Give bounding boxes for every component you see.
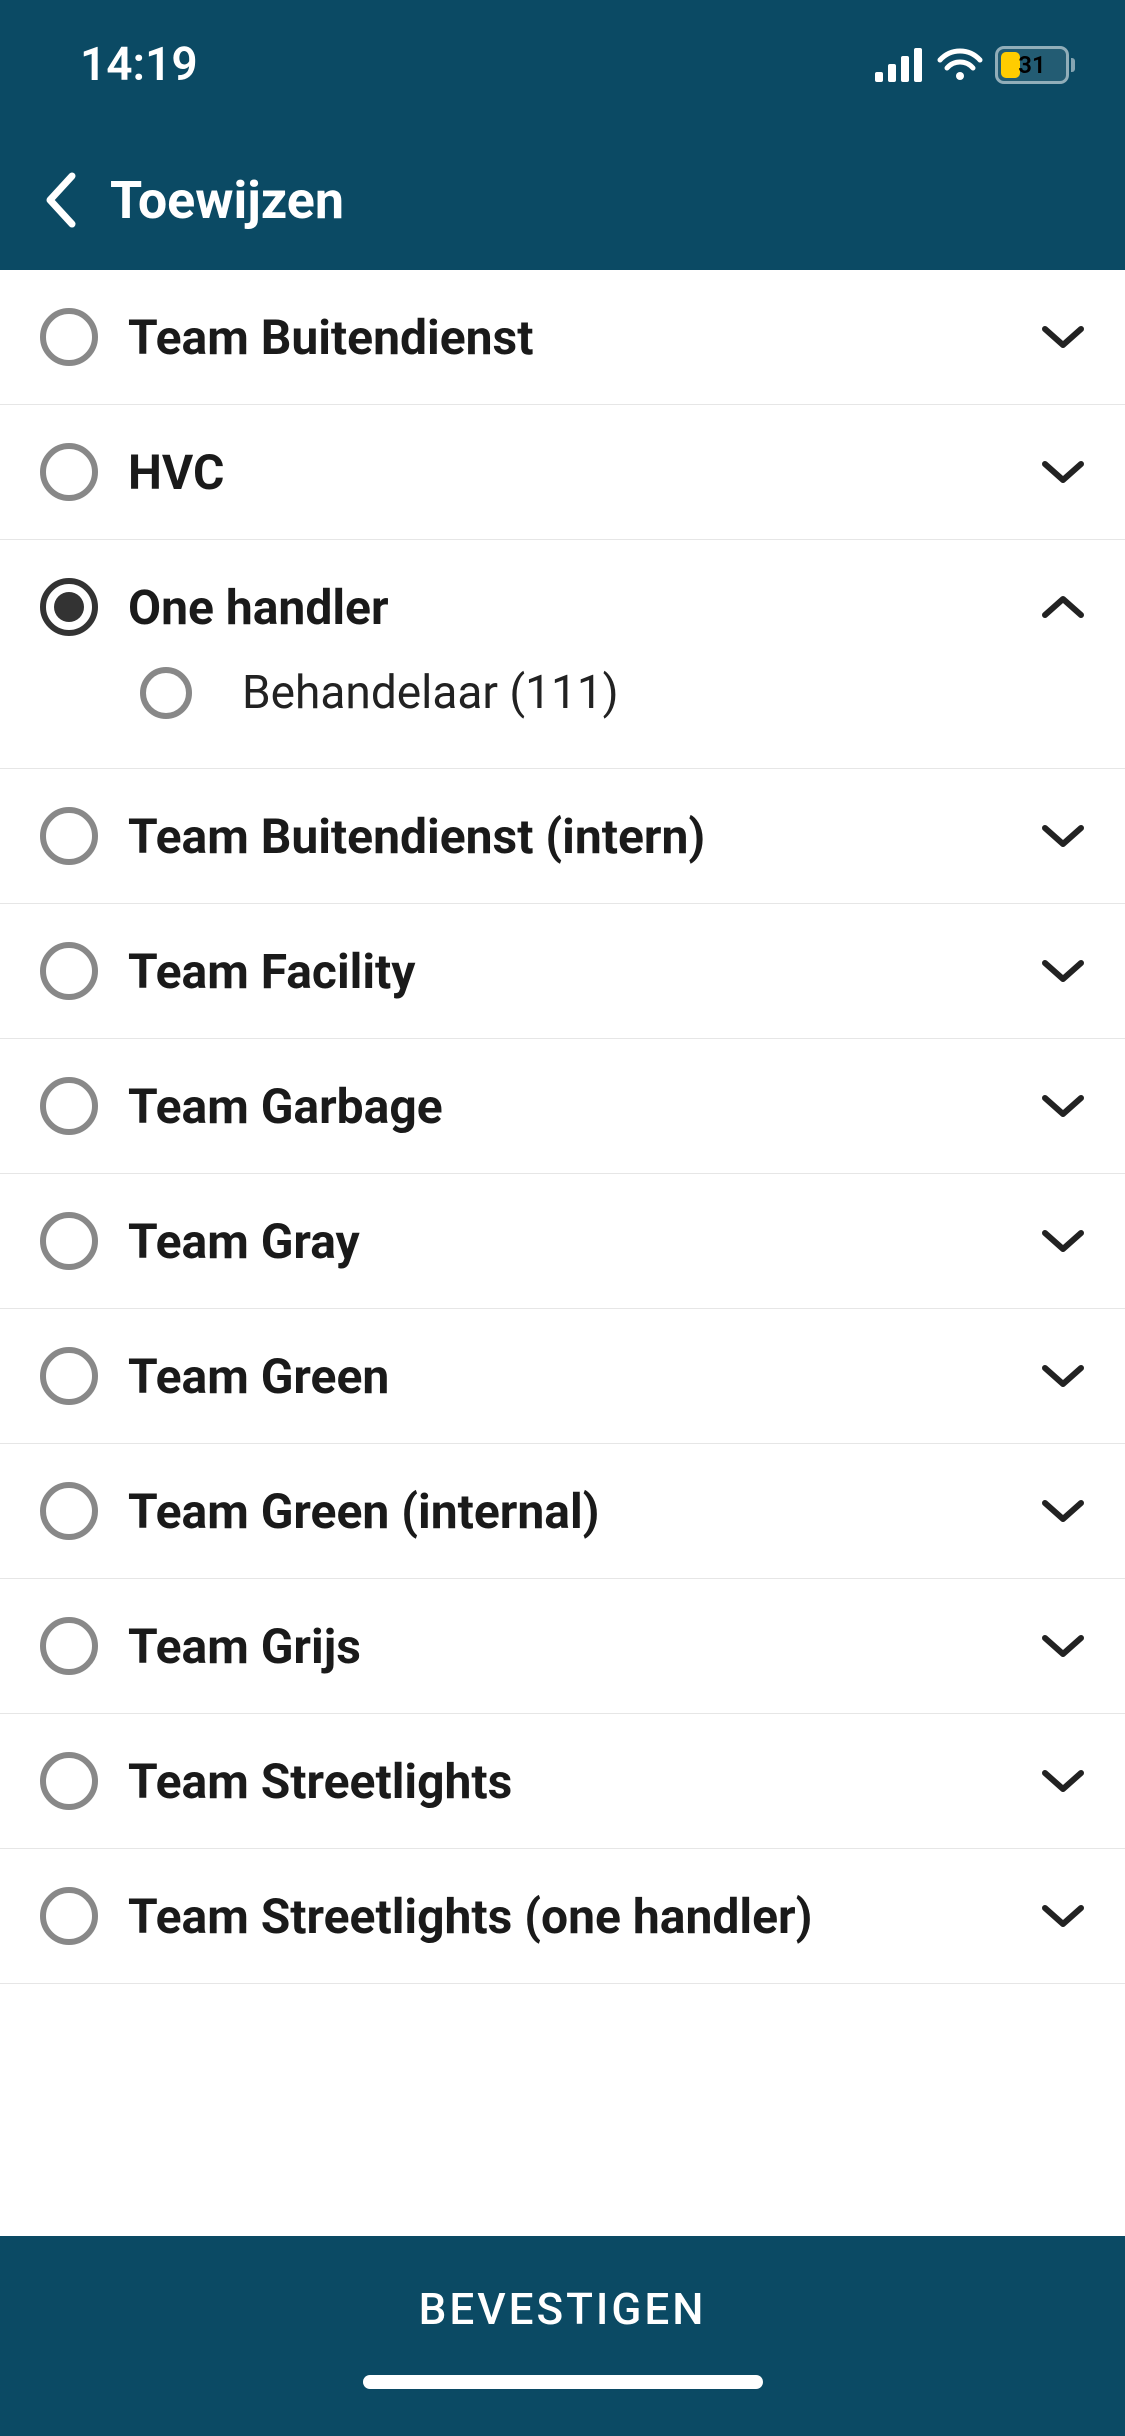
home-indicator[interactable]	[363, 2375, 763, 2389]
chevron-down-icon[interactable]	[1041, 1767, 1085, 1795]
footer: BEVESTIGEN	[0, 2236, 1125, 2436]
team-label: Team Garbage	[128, 1078, 1011, 1135]
status-time: 14:19	[50, 38, 198, 92]
team-item[interactable]: Team Facility	[0, 904, 1125, 1039]
chevron-down-icon[interactable]	[1041, 458, 1085, 486]
team-item[interactable]: Team Buitendienst	[0, 270, 1125, 405]
team-item[interactable]: Team Green	[0, 1309, 1125, 1444]
team-label: Team Green (internal)	[128, 1483, 1011, 1540]
team-label: Team Buitendienst (intern)	[128, 808, 1011, 865]
team-item[interactable]: Team Buitendienst (intern)	[0, 769, 1125, 904]
team-label: Team Buitendienst	[128, 309, 1011, 366]
radio-unselected-icon[interactable]	[40, 1482, 98, 1540]
page-title: Toewijzen	[110, 170, 344, 231]
battery-percent: 31	[998, 51, 1066, 79]
radio-unselected-icon[interactable]	[40, 1347, 98, 1405]
status-bar: 14:19 31	[0, 0, 1125, 130]
chevron-down-icon[interactable]	[1041, 822, 1085, 850]
subteam-label: Behandelaar (111)	[222, 666, 619, 720]
cellular-signal-icon	[875, 48, 925, 82]
radio-unselected-icon[interactable]	[40, 1077, 98, 1135]
confirm-button[interactable]: BEVESTIGEN	[419, 2283, 707, 2335]
chevron-down-icon[interactable]	[1041, 1227, 1085, 1255]
team-label: HVC	[128, 444, 1011, 501]
radio-selected-icon[interactable]	[40, 578, 98, 636]
team-item[interactable]: Team Garbage	[0, 1039, 1125, 1174]
team-item-expanded[interactable]: One handler Behandelaar (111)	[0, 540, 1125, 769]
team-item[interactable]: Team Gray	[0, 1174, 1125, 1309]
chevron-down-icon[interactable]	[1041, 1632, 1085, 1660]
radio-unselected-icon[interactable]	[140, 667, 192, 719]
chevron-down-icon[interactable]	[1041, 323, 1085, 351]
radio-unselected-icon[interactable]	[40, 942, 98, 1000]
team-label: One handler	[128, 579, 1011, 636]
radio-unselected-icon[interactable]	[40, 807, 98, 865]
battery-icon: 31	[995, 46, 1075, 84]
radio-unselected-icon[interactable]	[40, 1617, 98, 1675]
radio-unselected-icon[interactable]	[40, 1752, 98, 1810]
team-item[interactable]: Team Streetlights (one handler)	[0, 1849, 1125, 1984]
chevron-down-icon[interactable]	[1041, 1092, 1085, 1120]
team-label: Team Streetlights (one handler)	[128, 1888, 1011, 1945]
team-label: Team Green	[128, 1348, 1011, 1405]
team-item[interactable]: Team Grijs	[0, 1579, 1125, 1714]
subteam-item[interactable]: Behandelaar (111)	[40, 636, 1085, 730]
team-item[interactable]: Team Green (internal)	[0, 1444, 1125, 1579]
back-button[interactable]	[40, 170, 80, 230]
nav-header: Toewijzen	[0, 130, 1125, 270]
radio-unselected-icon[interactable]	[40, 1212, 98, 1270]
team-label: Team Gray	[128, 1213, 1011, 1270]
team-label: Team Streetlights	[128, 1753, 1011, 1810]
chevron-down-icon[interactable]	[1041, 1362, 1085, 1390]
chevron-up-icon[interactable]	[1041, 593, 1085, 621]
radio-unselected-icon[interactable]	[40, 443, 98, 501]
team-label: Team Grijs	[128, 1618, 1011, 1675]
radio-unselected-icon[interactable]	[40, 308, 98, 366]
team-item[interactable]: Team Streetlights	[0, 1714, 1125, 1849]
chevron-down-icon[interactable]	[1041, 1497, 1085, 1525]
team-label: Team Facility	[128, 943, 1011, 1000]
radio-unselected-icon[interactable]	[40, 1887, 98, 1945]
team-list[interactable]: Team Buitendienst HVC One handler Behand…	[0, 270, 1125, 2236]
status-indicators: 31	[875, 46, 1075, 84]
chevron-down-icon[interactable]	[1041, 1902, 1085, 1930]
team-item[interactable]: HVC	[0, 405, 1125, 540]
wifi-icon	[937, 48, 983, 82]
chevron-down-icon[interactable]	[1041, 957, 1085, 985]
